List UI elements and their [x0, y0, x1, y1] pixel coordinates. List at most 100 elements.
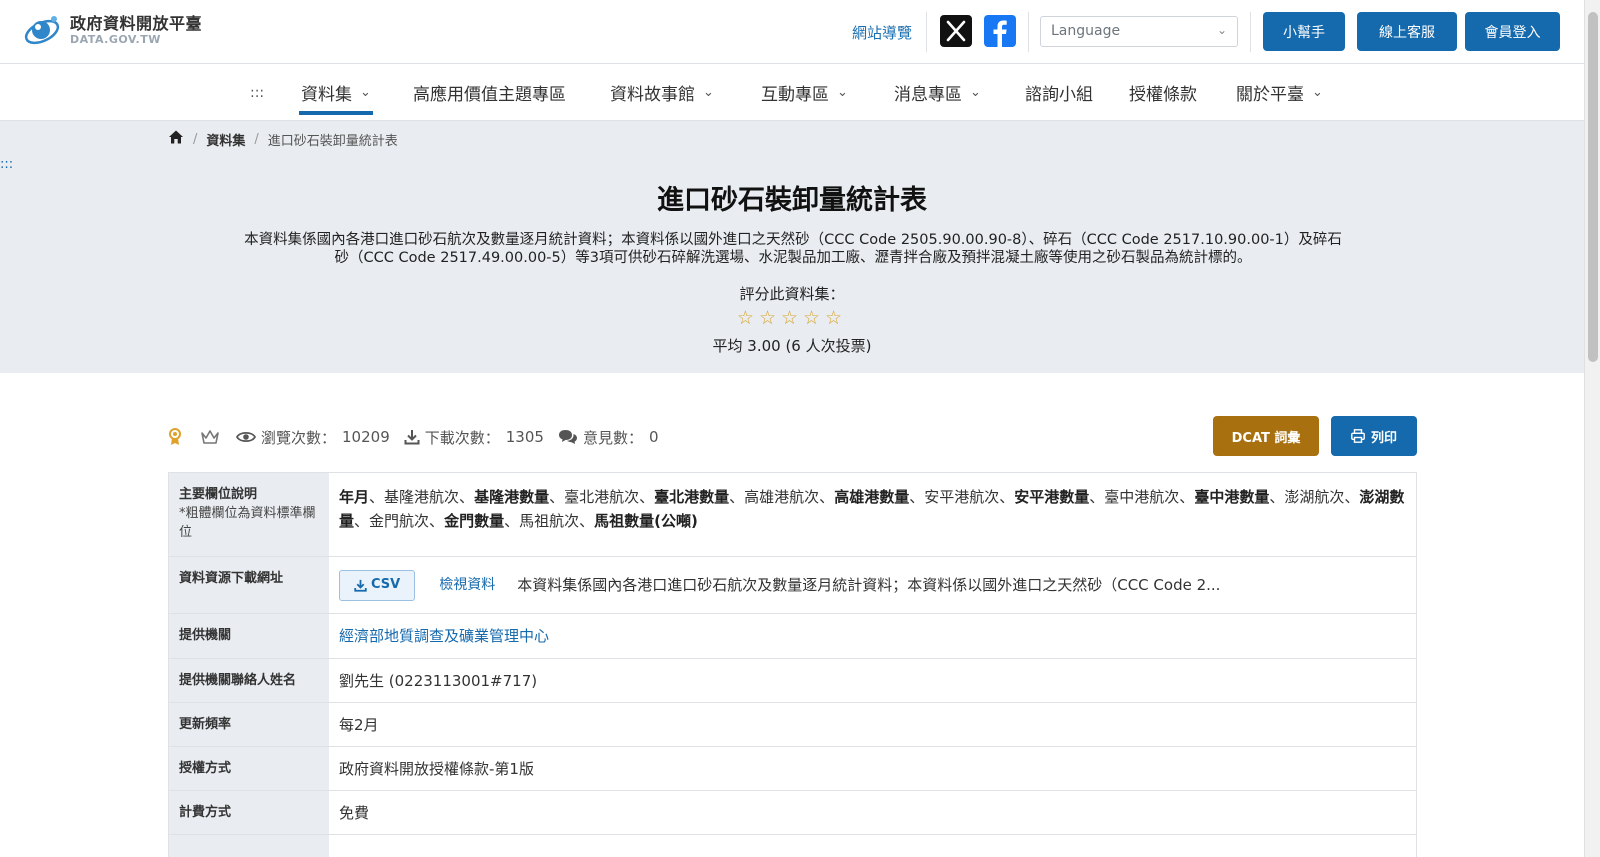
- field-separator: 、: [1179, 488, 1195, 506]
- logo-subtitle: DATA.GOV.TW: [70, 33, 161, 46]
- x-icon: [946, 20, 966, 42]
- comments-label: 意見數：: [582, 428, 643, 447]
- license-value: 政府資料開放授權條款-第1版: [339, 760, 534, 778]
- field-separator: 、: [459, 488, 475, 506]
- field-separator: 、: [369, 488, 385, 506]
- views-count: 10209: [342, 428, 390, 446]
- divider: [1250, 12, 1251, 52]
- facebook-link[interactable]: [984, 15, 1016, 47]
- field-name-standard: 年月: [339, 488, 370, 506]
- logo-icon: [24, 16, 60, 45]
- eye-icon: [236, 431, 256, 443]
- row-header: [169, 835, 329, 857]
- member-login-button[interactable]: 會員登入: [1465, 12, 1560, 51]
- content-skip-anchor[interactable]: :::: [0, 157, 13, 172]
- field-name: 金門航次: [369, 512, 430, 530]
- home-link[interactable]: [168, 129, 184, 149]
- table-row: 計費方式 免費: [169, 791, 1416, 835]
- chevron-down-icon: ⌄: [360, 85, 371, 100]
- field-separator: 、: [549, 488, 565, 506]
- print-icon: [1351, 429, 1365, 443]
- language-placeholder: Language: [1051, 23, 1121, 39]
- field-name: 澎湖航次: [1284, 488, 1345, 506]
- site-logo[interactable]: 政府資料開放平臺 DATA.GOV.TW: [22, 12, 202, 48]
- csv-label: CSV: [371, 577, 401, 592]
- downloads-stat: 下載次數： 1305: [404, 427, 544, 448]
- table-row: 提供機關聯絡人姓名 劉先生 (0223113001#717): [169, 659, 1416, 703]
- language-select[interactable]: Language ⌄: [1040, 16, 1238, 47]
- scrollbar-thumb[interactable]: [1588, 12, 1598, 362]
- breadcrumb: / 資料集 / 進口砂石裝卸量統計表: [168, 129, 398, 149]
- nav-item-advisory[interactable]: 諮詢小組: [1025, 64, 1093, 121]
- view-data-link[interactable]: 檢視資料: [439, 573, 495, 597]
- sitemap-link[interactable]: 網站導覽: [852, 22, 912, 43]
- nav-item-license[interactable]: 授權條款: [1129, 64, 1197, 121]
- nav-item-high-value[interactable]: 高應用價值主題專區: [413, 64, 566, 121]
- fields-note: *粗體欄位為資料標準欄位: [179, 506, 316, 540]
- chevron-down-icon: ⌄: [703, 85, 714, 100]
- dataset-description: 本資料集係國內各港口進口砂石航次及數量逐月統計資料；本資料係以國外進口之天然砂（…: [244, 232, 1342, 266]
- x-twitter-link[interactable]: [940, 15, 972, 47]
- field-separator: 、: [1344, 488, 1360, 506]
- online-support-button[interactable]: 線上客服: [1357, 12, 1457, 51]
- nav-item-datasets[interactable]: 資料集 ⌄: [299, 64, 373, 121]
- breadcrumb-separator: /: [254, 131, 259, 147]
- nav-item-about[interactable]: 關於平臺 ⌄: [1236, 64, 1323, 121]
- provider-link[interactable]: 經濟部地質調查及礦業管理中心: [339, 627, 549, 645]
- field-separator: 、: [819, 488, 835, 506]
- nav-item-interactive[interactable]: 互動專區 ⌄: [761, 64, 848, 121]
- field-separator: 、: [354, 512, 370, 530]
- views-label: 瀏覽次數：: [261, 428, 337, 447]
- nav-item-news[interactable]: 消息專區 ⌄: [894, 64, 981, 121]
- field-name-standard: 馬祖數量(公噸): [594, 512, 698, 530]
- table-row: 主要欄位說明 *粗體欄位為資料標準欄位 年月、基隆港航次、基隆港數量、臺北港航次…: [169, 473, 1416, 557]
- nav-item-data-stories[interactable]: 資料故事館 ⌄: [610, 64, 714, 121]
- dataset-stats: 瀏覽次數： 10209 下載次數： 1305 意見數： 0: [168, 426, 659, 448]
- row-header: 主要欄位說明 *粗體欄位為資料標準欄位: [169, 473, 329, 556]
- dataset-details-table: 主要欄位說明 *粗體欄位為資料標準欄位 年月、基隆港航次、基隆港數量、臺北港航次…: [168, 472, 1417, 857]
- nav-label: 資料故事館: [610, 85, 695, 105]
- nav-skip-anchor[interactable]: :::: [250, 64, 264, 121]
- csv-download-button[interactable]: CSV: [339, 569, 416, 601]
- field-name: 安平港航次: [924, 488, 1000, 506]
- download-icon: [354, 579, 367, 592]
- nav-label: 高應用價值主題專區: [413, 85, 566, 105]
- fields-list: 年月、基隆港航次、基隆港數量、臺北港航次、臺北港數量、高雄港航次、高雄港數量、安…: [329, 473, 1416, 556]
- chevron-down-icon: ⌄: [837, 85, 848, 100]
- print-button[interactable]: 列印: [1331, 416, 1417, 456]
- field-name-standard: 安平港數量: [1014, 488, 1090, 506]
- chevron-down-icon: ⌄: [970, 85, 981, 100]
- dataset-hero: / 資料集 / 進口砂石裝卸量統計表 ::: 進口砂石裝卸量統計表 本資料集係國…: [0, 121, 1584, 373]
- rating-stars[interactable]: ☆☆☆☆☆: [0, 307, 1584, 329]
- helper-button[interactable]: 小幫手: [1263, 12, 1345, 51]
- dcat-button[interactable]: DCAT 詞彙: [1213, 416, 1319, 456]
- rating-label: 評分此資料集：: [739, 285, 845, 303]
- field-name-standard: 金門數量: [444, 512, 505, 530]
- breadcrumb-separator: /: [193, 131, 198, 147]
- breadcrumb-datasets[interactable]: 資料集: [206, 130, 245, 149]
- field-name: 高雄港航次: [744, 488, 820, 506]
- field-name: 臺北港航次: [564, 488, 640, 506]
- row-header: 授權方式: [169, 747, 329, 790]
- facebook-icon: [993, 20, 1007, 47]
- rating-average: 平均 3.00 (6 人次投票): [712, 337, 872, 355]
- downloads-label: 下載次數：: [424, 428, 500, 447]
- field-separator: 、: [909, 488, 925, 506]
- downloads-count: 1305: [505, 428, 544, 446]
- table-row: 更新頻率 每2月: [169, 703, 1416, 747]
- crown-icon: [201, 430, 219, 444]
- chevron-down-icon: ⌄: [1216, 23, 1227, 37]
- field-name: 基隆港航次: [384, 488, 460, 506]
- table-row: [169, 835, 1416, 857]
- nav-label: 互動專區: [761, 85, 829, 105]
- field-name-standard: 臺北港數量: [654, 488, 730, 506]
- page-title: 進口砂石裝卸量統計表: [657, 185, 927, 216]
- nav-label: 諮詢小組: [1025, 85, 1093, 105]
- page-scrollbar[interactable]: [1584, 0, 1600, 857]
- field-name-standard: 臺中港數量: [1194, 488, 1270, 506]
- provider-cell: 經濟部地質調查及礦業管理中心: [329, 614, 1416, 658]
- nav-label: 關於平臺: [1236, 85, 1304, 105]
- field-separator: 、: [1269, 488, 1285, 506]
- field-separator: 、: [504, 512, 520, 530]
- resource-description: 本資料集係國內各港口進口砂石航次及數量逐月統計資料；本資料係以國外進口之天然砂（…: [517, 576, 1221, 594]
